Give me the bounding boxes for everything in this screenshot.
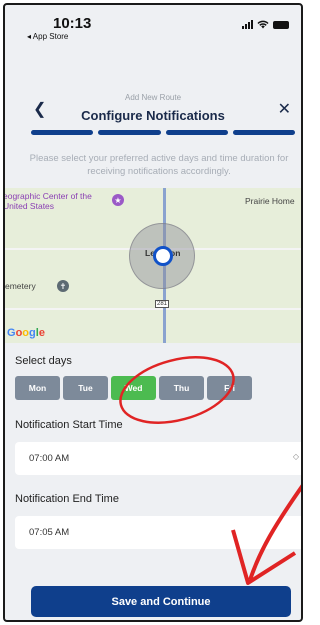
signal-icon — [242, 20, 253, 29]
screen-header: ❮ Add New Route Configure Notifications … — [5, 89, 301, 129]
system-icons — [242, 20, 289, 29]
day-tue[interactable]: Tue — [63, 376, 108, 400]
end-time-value: 07:05 AM — [29, 527, 70, 538]
start-time-picker[interactable]: 07:00 AM ◇ — [15, 442, 301, 475]
end-time-picker[interactable]: 07:05 AM — [15, 516, 301, 549]
start-time-value: 07:00 AM — [29, 453, 70, 464]
wifi-icon — [257, 20, 269, 29]
stepper-chevron-icon: ◇ — [292, 452, 299, 461]
progress-step — [232, 130, 295, 135]
progress-step — [31, 130, 94, 135]
status-time: 10:13 — [53, 15, 92, 32]
map-label-prairie-home: Prairie Home — [245, 196, 295, 206]
close-icon[interactable]: ✕ — [278, 99, 291, 119]
location-pin-icon[interactable] — [153, 246, 173, 266]
cemetery-pin-icon: ✝ — [57, 280, 69, 292]
day-selector: Mon Tue Wed Thu Fri — [15, 376, 252, 400]
header-subtitle: Add New Route — [124, 93, 182, 102]
map-road — [5, 308, 301, 310]
back-app-label: App Store — [32, 32, 69, 41]
progress-step — [98, 130, 161, 135]
step-progress-bar — [31, 130, 295, 135]
map-label-cemetery: emetery — [5, 281, 36, 291]
battery-icon — [273, 20, 289, 29]
landmark-pin-icon: ★ — [112, 194, 124, 206]
day-thu[interactable]: Thu — [159, 376, 204, 400]
map-label-geographic-center: eographic Center of the United States — [5, 191, 92, 211]
day-fri[interactable]: Fri — [207, 376, 252, 400]
save-and-continue-button[interactable]: Save and Continue — [31, 586, 291, 617]
route-shield: 281 — [155, 300, 170, 308]
day-wed[interactable]: Wed — [111, 376, 156, 400]
route-map[interactable]: eographic Center of the United States ★ … — [5, 188, 301, 343]
back-to-app-store-link[interactable]: ◂ App Store — [27, 32, 68, 41]
instruction-text: Please select your preferred active days… — [29, 153, 289, 177]
day-mon[interactable]: Mon — [15, 376, 60, 400]
google-logo: Google — [7, 327, 45, 339]
select-days-label: Select days — [15, 355, 72, 367]
status-bar: 10:13 ◂ App Store — [5, 5, 301, 45]
page-title: Configure Notifications — [81, 108, 225, 123]
start-time-label: Notification Start Time — [15, 419, 123, 431]
phone-screen: 10:13 ◂ App Store ❮ Add New Route Config… — [3, 3, 303, 622]
end-time-label: Notification End Time — [15, 493, 119, 505]
progress-step — [165, 130, 228, 135]
